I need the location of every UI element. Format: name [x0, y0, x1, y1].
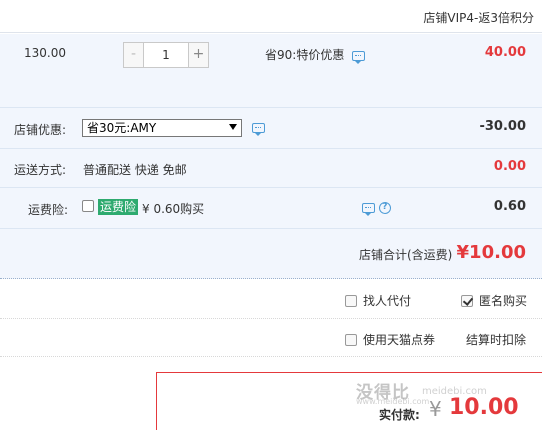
- item-subtotal: 40.00: [484, 45, 526, 60]
- use-points-checkbox[interactable]: [345, 334, 357, 346]
- payment-amount: 10.00: [449, 395, 519, 420]
- shipping-label: 运送方式:: [14, 163, 67, 177]
- order-details-panel: 130.00 - 1 + 省90:特价优惠 40.00 店铺优惠: 省30元:A…: [0, 34, 542, 279]
- payment-label: 实付款:: [379, 408, 420, 422]
- dropdown-arrow-icon: [229, 124, 237, 130]
- store-total-label: 店铺合计(含运费): [359, 248, 453, 262]
- anonymous-label: 匿名购买: [479, 294, 528, 308]
- item-discount-text: 省90:特价优惠: [265, 48, 345, 62]
- proxy-pay-option[interactable]: 找人代付: [345, 292, 411, 309]
- settle-note: 结算时扣除: [466, 333, 527, 347]
- item-unit-price: 130.00: [24, 46, 66, 60]
- message-icon[interactable]: [252, 123, 265, 136]
- insurance-label: 运费险:: [28, 203, 69, 217]
- insurance-amount: 0.60: [493, 199, 526, 214]
- qty-input[interactable]: 1: [144, 43, 188, 67]
- proxy-pay-checkbox[interactable]: [345, 295, 357, 307]
- shipping-method: 普通配送 快递 免邮: [83, 163, 187, 177]
- use-points-option[interactable]: 使用天猫点券: [345, 331, 435, 348]
- store-total-value: ¥10.00: [456, 242, 526, 263]
- use-points-label: 使用天猫点券: [363, 333, 436, 347]
- shop-discount-selected: 省30元:AMY: [87, 121, 157, 135]
- divider: [0, 187, 542, 188]
- store-header-strip: 店铺VIP4-返3倍积分: [0, 0, 542, 33]
- watermark-url: www.meidebi.com: [356, 397, 430, 406]
- divider: [0, 107, 542, 108]
- shop-discount-label: 店铺优惠:: [14, 123, 67, 137]
- insurance-help: ?: [362, 200, 391, 216]
- insurance-checkbox[interactable]: [82, 200, 94, 212]
- options-row-2: 使用天猫点券 结算时扣除: [0, 319, 542, 357]
- divider: [0, 228, 542, 229]
- shop-discount-amount: -30.00: [479, 119, 526, 134]
- payment-currency: ¥: [429, 397, 442, 421]
- message-icon[interactable]: [352, 50, 366, 64]
- item-discount: 省90:特价优惠: [265, 46, 366, 64]
- proxy-pay-label: 找人代付: [363, 294, 412, 308]
- item-row: 130.00 - 1 + 省90:特价优惠 40.00: [0, 34, 542, 104]
- qty-plus-button[interactable]: +: [188, 43, 208, 67]
- store-vip-text: 店铺VIP4-返3倍积分: [423, 11, 534, 25]
- qty-minus-button[interactable]: -: [124, 43, 144, 67]
- help-icon[interactable]: ?: [378, 201, 391, 214]
- insurance-price-text: ¥ 0.60购买: [142, 202, 205, 216]
- insurance-badge: 运费险: [98, 199, 139, 215]
- quantity-stepper[interactable]: - 1 +: [123, 42, 209, 68]
- divider: [0, 148, 542, 149]
- watermark-sub: meidebi.com: [422, 386, 487, 397]
- shipping-amount: 0.00: [493, 159, 526, 174]
- payment-box: 实付款: ¥ 10.00: [156, 372, 542, 430]
- anonymous-option[interactable]: 匿名购买: [461, 292, 527, 309]
- message-icon[interactable]: [362, 202, 375, 216]
- shop-discount-select[interactable]: 省30元:AMY: [82, 119, 242, 137]
- options-row-1: 找人代付 匿名购买: [0, 281, 542, 319]
- anonymous-checkbox[interactable]: [461, 295, 473, 307]
